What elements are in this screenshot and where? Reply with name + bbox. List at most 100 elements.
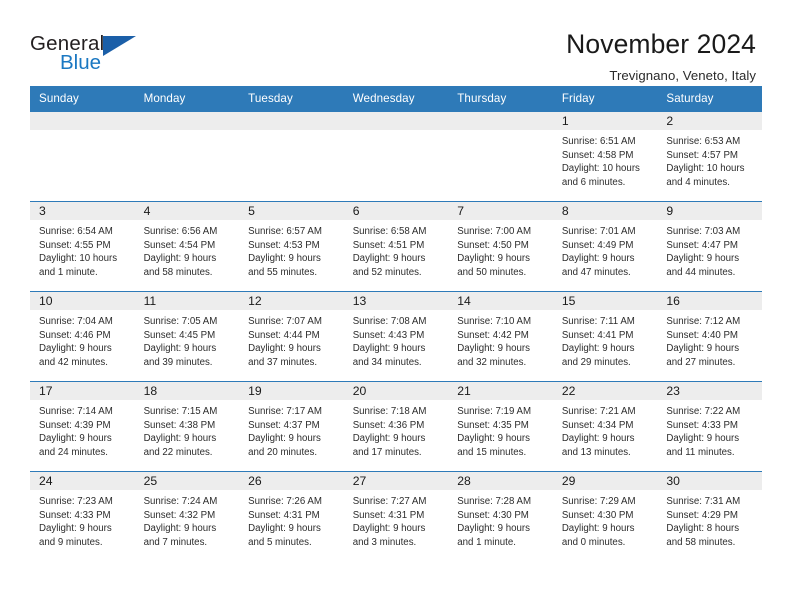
- sunrise-text: Sunrise: 7:05 AM: [143, 316, 218, 327]
- daylight-text-line2: and 9 minutes.: [39, 537, 103, 549]
- sunset-text: Sunset: 4:31 PM: [352, 509, 425, 521]
- sunrise-text: Sunrise: 7:17 AM: [248, 406, 322, 417]
- daylight-text-line2: and 32 minutes.: [457, 357, 527, 369]
- calendar-day-cell[interactable]: 4 Sunrise: 6:56 AM Sunset: 4:54 PM Daylight…: [134, 201, 240, 292]
- sunset-text: Sunset: 4:53 PM: [248, 239, 320, 251]
- calendar-day-cell[interactable]: 26 Sunrise: 7:26 AM Sunset: 4:31 PM Dayligh…: [239, 471, 344, 562]
- calendar-day-cell[interactable]: 25 Sunrise: 7:24 AM Sunset: 4:32 PM Dayligh…: [134, 471, 240, 562]
- calendar-day-cell[interactable]: 2 Sunrise: 6:53 AM Sunset: 4:57 PM Daylight…: [657, 111, 762, 202]
- day-number: 27: [343, 472, 449, 490]
- calendar-week-row: 17 Sunrise: 7:14 AM Sunset: 4:39 PM Dayligh…: [30, 381, 762, 472]
- calendar-day-cell[interactable]: 17 Sunrise: 7:14 AM Sunset: 4:39 PM Dayligh…: [30, 381, 135, 472]
- day-details: Sunrise: 7:18 AM Sunset: 4:36 PM Daylight:…: [344, 400, 449, 460]
- day-details: Sunrise: 7:21 AM Sunset: 4:34 PM Daylight:…: [553, 400, 658, 460]
- sunset-text: Sunset: 4:39 PM: [39, 419, 111, 431]
- sunset-text: Sunset: 4:41 PM: [561, 329, 634, 341]
- weekday-header: Sunday Monday Tuesday Wednesday Thursday Frid…: [30, 86, 762, 112]
- sunrise-text: Sunrise: 7:08 AM: [352, 316, 427, 327]
- calendar-day-cell[interactable]: 12 Sunrise: 7:07 AM Sunset: 4:44 PM Dayligh…: [239, 291, 344, 382]
- calendar-day-cell[interactable]: 10 Sunrise: 7:04 AM Sunset: 4:46 PM Dayligh…: [30, 291, 135, 382]
- sunrise-text: Sunrise: 7:23 AM: [39, 496, 113, 507]
- sunrise-text: Sunrise: 7:28 AM: [457, 496, 532, 507]
- general-blue-logo[interactable]: General Blue: [30, 26, 150, 82]
- calendar-day-cell[interactable]: 30 Sunrise: 7:31 AM Sunset: 4:29 PM Dayligh…: [657, 471, 762, 562]
- day-details: Sunrise: 7:05 AM Sunset: 4:45 PM Daylight:…: [135, 310, 240, 370]
- calendar-day-cell[interactable]: 8 Sunrise: 7:01 AM Sunset: 4:49 PM Daylight…: [552, 201, 658, 292]
- day-number: [30, 112, 135, 130]
- calendar-day-cell[interactable]: 29 Sunrise: 7:29 AM Sunset: 4:30 PM Dayligh…: [552, 471, 658, 562]
- daylight-text-line2: and 3 minutes.: [352, 537, 417, 549]
- calendar-day-cell[interactable]: 14 Sunrise: 7:10 AM Sunset: 4:42 PM Dayligh…: [448, 291, 553, 382]
- day-details: Sunrise: 7:11 AM Sunset: 4:41 PM Daylight:…: [553, 310, 658, 370]
- sunrise-text: Sunrise: 7:00 AM: [457, 226, 532, 237]
- weekday-header-wednesday: Wednesday: [343, 86, 449, 112]
- day-number: 7: [448, 202, 553, 220]
- daylight-text-line1: Daylight: 9 hours: [39, 433, 112, 445]
- daylight-text-line2: and 1 minute.: [457, 537, 516, 549]
- calendar-day-cell-empty: [134, 111, 240, 202]
- daylight-text-line2: and 29 minutes.: [561, 357, 631, 369]
- daylight-text-line1: Daylight: 9 hours: [352, 523, 426, 535]
- daylight-text-line1: Daylight: 9 hours: [352, 343, 426, 355]
- calendar-day-cell[interactable]: 22 Sunrise: 7:21 AM Sunset: 4:34 PM Dayligh…: [552, 381, 658, 472]
- day-number: 13: [343, 292, 449, 310]
- calendar-day-cell[interactable]: 24 Sunrise: 7:23 AM Sunset: 4:33 PM Dayligh…: [30, 471, 135, 562]
- calendar-day-cell[interactable]: 28 Sunrise: 7:28 AM Sunset: 4:30 PM Dayligh…: [448, 471, 553, 562]
- sunrise-text: Sunrise: 7:18 AM: [352, 406, 427, 417]
- sunset-text: Sunset: 4:31 PM: [248, 509, 320, 521]
- calendar-day-cell[interactable]: 16 Sunrise: 7:12 AM Sunset: 4:40 PM Dayligh…: [657, 291, 762, 382]
- calendar-day-cell[interactable]: 11 Sunrise: 7:05 AM Sunset: 4:45 PM Dayligh…: [134, 291, 240, 382]
- calendar-day-cell[interactable]: 13 Sunrise: 7:08 AM Sunset: 4:43 PM Dayligh…: [343, 291, 449, 382]
- day-details: Sunrise: 7:07 AM Sunset: 4:44 PM Daylight:…: [239, 310, 344, 370]
- daylight-text-line2: and 50 minutes.: [457, 267, 527, 279]
- day-details: Sunrise: 7:27 AM Sunset: 4:31 PM Daylight:…: [344, 490, 449, 550]
- daylight-text-line1: Daylight: 9 hours: [561, 343, 635, 355]
- sunset-text: Sunset: 4:45 PM: [143, 329, 216, 341]
- page-title: November 2024: [566, 29, 756, 59]
- day-details: Sunrise: 6:51 AM Sunset: 4:58 PM Daylight:…: [553, 130, 658, 190]
- day-number: 25: [134, 472, 240, 490]
- calendar-day-cell[interactable]: 19 Sunrise: 7:17 AM Sunset: 4:37 PM Dayligh…: [239, 381, 344, 472]
- day-number: 21: [448, 382, 553, 400]
- day-number: 29: [552, 472, 658, 490]
- daylight-text-line1: Daylight: 10 hours: [666, 163, 745, 175]
- day-number: 6: [343, 202, 449, 220]
- sunset-text: Sunset: 4:44 PM: [248, 329, 320, 341]
- calendar-day-cell[interactable]: 23 Sunrise: 7:22 AM Sunset: 4:33 PM Dayligh…: [657, 381, 762, 472]
- daylight-text-line1: Daylight: 9 hours: [457, 253, 530, 265]
- calendar-day-cell[interactable]: 9 Sunrise: 7:03 AM Sunset: 4:47 PM Daylight…: [657, 201, 762, 292]
- day-number: 14: [448, 292, 553, 310]
- sunrise-text: Sunrise: 7:14 AM: [39, 406, 113, 417]
- calendar-day-cell[interactable]: 20 Sunrise: 7:18 AM Sunset: 4:36 PM Dayligh…: [343, 381, 449, 472]
- daylight-text-line1: Daylight: 9 hours: [561, 433, 635, 445]
- calendar-day-cell[interactable]: 18 Sunrise: 7:15 AM Sunset: 4:38 PM Dayligh…: [134, 381, 240, 472]
- calendar-day-cell[interactable]: 7 Sunrise: 7:00 AM Sunset: 4:50 PM Daylight…: [448, 201, 553, 292]
- daylight-text-line2: and 20 minutes.: [248, 447, 318, 459]
- sunset-text: Sunset: 4:47 PM: [666, 239, 738, 251]
- weekday-header-friday: Friday: [552, 86, 658, 112]
- calendar-day-cell[interactable]: 1 Sunrise: 6:51 AM Sunset: 4:58 PM Daylight…: [552, 111, 658, 202]
- sunset-text: Sunset: 4:36 PM: [352, 419, 425, 431]
- sunrise-text: Sunrise: 6:56 AM: [143, 226, 218, 237]
- daylight-text-line2: and 1 minute.: [39, 267, 98, 279]
- calendar-day-cell[interactable]: 6 Sunrise: 6:58 AM Sunset: 4:51 PM Daylight…: [343, 201, 449, 292]
- title-block: November 2024 Trevignano, Veneto, Italy: [566, 26, 756, 83]
- sunset-text: Sunset: 4:54 PM: [143, 239, 216, 251]
- calendar-day-cell[interactable]: 27 Sunrise: 7:27 AM Sunset: 4:31 PM Dayligh…: [343, 471, 449, 562]
- calendar-day-cell[interactable]: 3 Sunrise: 6:54 AM Sunset: 4:55 PM Daylight…: [30, 201, 135, 292]
- calendar-day-cell[interactable]: 15 Sunrise: 7:11 AM Sunset: 4:41 PM Dayligh…: [552, 291, 658, 382]
- sunset-text: Sunset: 4:57 PM: [666, 149, 738, 161]
- sunset-text: Sunset: 4:34 PM: [561, 419, 634, 431]
- daylight-text-line1: Daylight: 9 hours: [666, 343, 740, 355]
- day-details: Sunrise: 6:56 AM Sunset: 4:54 PM Daylight:…: [135, 220, 240, 280]
- calendar-day-cell[interactable]: 5 Sunrise: 6:57 AM Sunset: 4:53 PM Daylight…: [239, 201, 344, 292]
- sunset-text: Sunset: 4:42 PM: [457, 329, 529, 341]
- day-details: Sunrise: 7:26 AM Sunset: 4:31 PM Daylight:…: [239, 490, 344, 550]
- daylight-text-line2: and 52 minutes.: [352, 267, 422, 279]
- calendar-day-cell[interactable]: 21 Sunrise: 7:19 AM Sunset: 4:35 PM Dayligh…: [448, 381, 553, 472]
- day-details: Sunrise: 7:00 AM Sunset: 4:50 PM Daylight:…: [448, 220, 553, 280]
- sunrise-text: Sunrise: 7:11 AM: [561, 316, 635, 327]
- day-details: Sunrise: 7:19 AM Sunset: 4:35 PM Daylight:…: [448, 400, 553, 460]
- sunset-text: Sunset: 4:51 PM: [352, 239, 425, 251]
- sunset-text: Sunset: 4:30 PM: [457, 509, 529, 521]
